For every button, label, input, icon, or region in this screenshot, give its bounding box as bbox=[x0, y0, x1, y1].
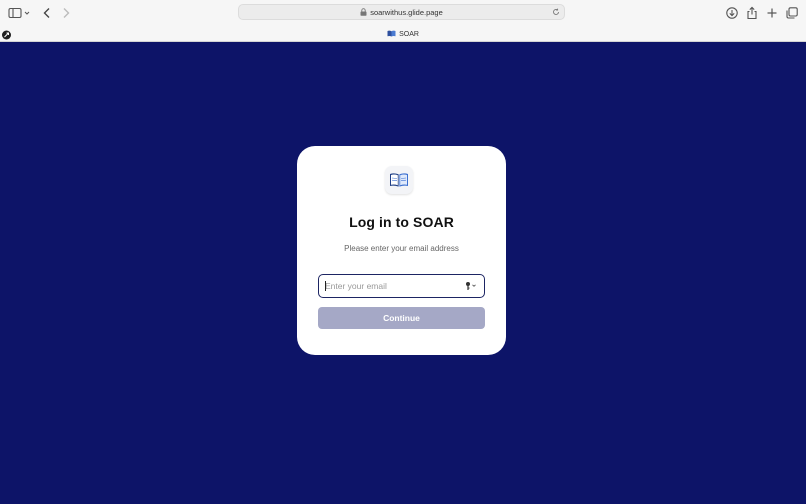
book-icon bbox=[390, 173, 408, 187]
tabs-overview-icon[interactable] bbox=[785, 6, 799, 20]
address-bar[interactable]: soarwithus.glide.page bbox=[238, 4, 565, 20]
login-title: Log in to SOAR bbox=[349, 214, 454, 230]
app-logo bbox=[385, 166, 413, 194]
download-icon[interactable] bbox=[725, 6, 739, 20]
login-card: Log in to SOAR Please enter your email a… bbox=[297, 146, 506, 355]
back-icon[interactable] bbox=[40, 6, 54, 20]
chevron-down-icon[interactable] bbox=[23, 6, 31, 20]
email-input[interactable] bbox=[325, 277, 459, 295]
email-field[interactable] bbox=[318, 274, 485, 298]
reload-icon[interactable] bbox=[552, 8, 560, 16]
tab-active[interactable]: SOAR bbox=[0, 30, 806, 38]
key-icon[interactable] bbox=[465, 281, 477, 291]
sidebar-icon[interactable] bbox=[8, 6, 22, 20]
lock-icon bbox=[360, 8, 367, 16]
book-icon bbox=[387, 30, 396, 37]
new-tab-icon[interactable] bbox=[765, 6, 779, 20]
address-url: soarwithus.glide.page bbox=[370, 8, 443, 17]
tab-title-text: SOAR bbox=[399, 31, 419, 38]
share-icon[interactable] bbox=[745, 6, 759, 20]
login-subtitle: Please enter your email address bbox=[344, 244, 459, 253]
text-caret bbox=[325, 281, 326, 291]
continue-button[interactable]: Continue bbox=[318, 307, 485, 329]
forward-icon[interactable] bbox=[59, 6, 73, 20]
browser-toolbar: soarwithus.glide.page bbox=[0, 0, 806, 26]
